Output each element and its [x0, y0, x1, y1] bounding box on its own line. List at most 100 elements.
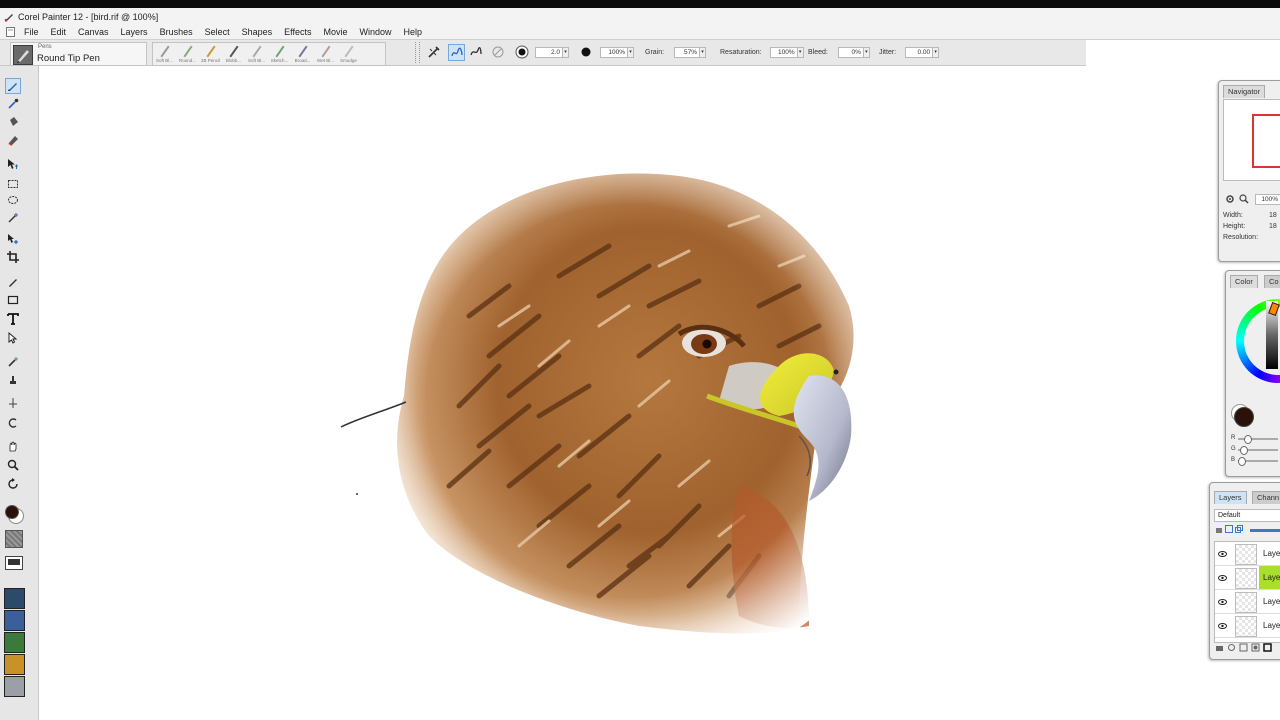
- menu-layers[interactable]: Layers: [115, 27, 154, 37]
- menu-edit[interactable]: Edit: [45, 27, 73, 37]
- layer-row[interactable]: Layer: [1215, 614, 1280, 638]
- recent-brush-3[interactable]: 2B Pencil: [199, 43, 222, 65]
- menu-file[interactable]: File: [18, 27, 45, 37]
- size-control[interactable]: 2.0 ▾: [535, 40, 569, 65]
- rectangle-shape-tool-icon[interactable]: [5, 292, 21, 308]
- brush-selector[interactable]: Pens Round Tip Pen: [10, 42, 147, 66]
- grain-control[interactable]: Grain: 57% ▾: [645, 40, 707, 65]
- transform-tool-icon[interactable]: [5, 231, 21, 247]
- paper-selector[interactable]: [5, 530, 23, 548]
- layer-group-icon[interactable]: [1225, 525, 1233, 533]
- layer-adjuster-tool-icon[interactable]: [5, 156, 21, 172]
- reset-tool-icon[interactable]: [426, 44, 442, 60]
- gradient-selector[interactable]: [4, 610, 25, 631]
- current-color-chip[interactable]: [1234, 407, 1254, 427]
- dodge-tool-icon[interactable]: [5, 396, 21, 412]
- stroke-attributes-icon[interactable]: [490, 44, 506, 60]
- size-spinner[interactable]: ▾: [563, 47, 569, 58]
- menu-brushes[interactable]: Brushes: [154, 27, 199, 37]
- composite-method-select[interactable]: Default: [1214, 509, 1280, 522]
- cloner-tool-icon[interactable]: [5, 354, 21, 370]
- layer-duplicate-icon[interactable]: [1235, 525, 1243, 533]
- brush-tool-icon[interactable]: [5, 78, 21, 94]
- pen-tool-icon[interactable]: [5, 274, 21, 290]
- media-selector[interactable]: [5, 556, 23, 570]
- nozzle-selector[interactable]: [4, 632, 25, 653]
- pattern-selector[interactable]: [4, 588, 25, 609]
- rotate-page-tool-icon[interactable]: [5, 476, 21, 492]
- menu-canvas[interactable]: Canvas: [72, 27, 115, 37]
- eraser-tool-icon[interactable]: [5, 132, 21, 148]
- delete-layer-icon[interactable]: [1263, 643, 1272, 652]
- jitter-control[interactable]: Jitter: 0.00 ▾: [879, 40, 940, 65]
- resaturation-spinner[interactable]: ▾: [797, 47, 804, 58]
- recent-brush-4[interactable]: Blobb...: [222, 43, 245, 65]
- grabber-tool-icon[interactable]: [5, 438, 21, 454]
- resaturation-field[interactable]: 100%: [769, 47, 798, 58]
- text-tool-icon[interactable]: [5, 311, 21, 327]
- color-tab[interactable]: Color: [1230, 275, 1258, 288]
- layer-row[interactable]: Layer: [1215, 566, 1280, 590]
- recent-brush-2[interactable]: Round...: [176, 43, 199, 65]
- layer-commands-icon[interactable]: [1215, 643, 1224, 652]
- jitter-field[interactable]: 0.00: [905, 47, 934, 58]
- new-layer-icon[interactable]: [1239, 643, 1248, 652]
- layers-tab[interactable]: Layers: [1214, 491, 1247, 504]
- size-field[interactable]: 2.0: [535, 47, 563, 58]
- resaturation-control[interactable]: Resaturation: 100% ▾: [720, 40, 804, 65]
- freehand-strokes-icon[interactable]: [448, 44, 465, 61]
- menu-shapes[interactable]: Shapes: [236, 27, 279, 37]
- paint-bucket-tool-icon[interactable]: [5, 114, 21, 130]
- bleed-field[interactable]: 0%: [837, 47, 864, 58]
- layer-row[interactable]: Layer: [1215, 542, 1280, 566]
- menu-select[interactable]: Select: [199, 27, 236, 37]
- rectangular-selection-tool-icon[interactable]: [5, 176, 21, 192]
- layer-row[interactable]: Layer: [1215, 590, 1280, 614]
- recent-brush-8[interactable]: Wet Bl...: [314, 43, 337, 65]
- visibility-eye-icon[interactable]: [1218, 621, 1227, 630]
- bleed-control[interactable]: Bleed: 0% ▾: [808, 40, 870, 65]
- recent-brush-7[interactable]: Broad...: [291, 43, 314, 65]
- magic-wand-tool-icon[interactable]: [5, 210, 21, 226]
- menu-window[interactable]: Window: [354, 27, 398, 37]
- toolbar-grip[interactable]: [415, 42, 420, 63]
- layer-mask-icon[interactable]: [1251, 643, 1260, 652]
- menu-effects[interactable]: Effects: [278, 27, 317, 37]
- navigator-settings-icon[interactable]: [1225, 194, 1235, 204]
- navigator-zoom-field[interactable]: 100%: [1255, 194, 1280, 205]
- look-selector[interactable]: [4, 654, 25, 675]
- g-slider[interactable]: [1238, 446, 1278, 455]
- color-second-tab[interactable]: Co: [1264, 275, 1280, 288]
- jitter-spinner[interactable]: ▾: [933, 47, 940, 58]
- rubber-stamp-tool-icon[interactable]: [5, 372, 21, 388]
- menu-help[interactable]: Help: [398, 27, 429, 37]
- channels-tab[interactable]: Chann: [1252, 491, 1280, 504]
- straight-line-strokes-icon[interactable]: [468, 44, 484, 60]
- visibility-eye-icon[interactable]: [1218, 597, 1227, 606]
- recent-brush-5[interactable]: Soft Bl...: [245, 43, 268, 65]
- opacity-spinner[interactable]: ▾: [628, 47, 634, 58]
- navigator-zoom-icon[interactable]: [1239, 194, 1249, 204]
- dynamic-plugins-icon[interactable]: [1227, 643, 1236, 652]
- opacity-field[interactable]: 100%: [600, 47, 628, 58]
- bleed-spinner[interactable]: ▾: [863, 47, 870, 58]
- opacity-control[interactable]: 100% ▾: [600, 40, 634, 65]
- recent-brush-6[interactable]: Sketch...: [268, 43, 291, 65]
- shape-selection-tool-icon[interactable]: [5, 330, 21, 346]
- color-swatches[interactable]: [4, 504, 24, 524]
- r-slider[interactable]: [1238, 435, 1278, 444]
- document-icon[interactable]: [4, 26, 16, 38]
- lasso-tool-icon[interactable]: [5, 193, 21, 209]
- magnifier-tool-icon[interactable]: [5, 457, 21, 473]
- visibility-eye-icon[interactable]: [1218, 549, 1227, 558]
- opacity-slider[interactable]: [1250, 529, 1280, 532]
- recent-brush-9[interactable]: Smudge: [337, 43, 360, 65]
- navigator-preview[interactable]: [1223, 99, 1280, 181]
- layer-lock-icon[interactable]: [1215, 525, 1223, 533]
- mirror-tool-icon[interactable]: [5, 415, 21, 431]
- dropper-tool-icon[interactable]: [5, 96, 21, 112]
- grain-spinner[interactable]: ▾: [700, 47, 707, 58]
- grain-field[interactable]: 57%: [674, 47, 701, 58]
- navigator-view-rect[interactable]: [1252, 114, 1280, 168]
- visibility-eye-icon[interactable]: [1218, 573, 1227, 582]
